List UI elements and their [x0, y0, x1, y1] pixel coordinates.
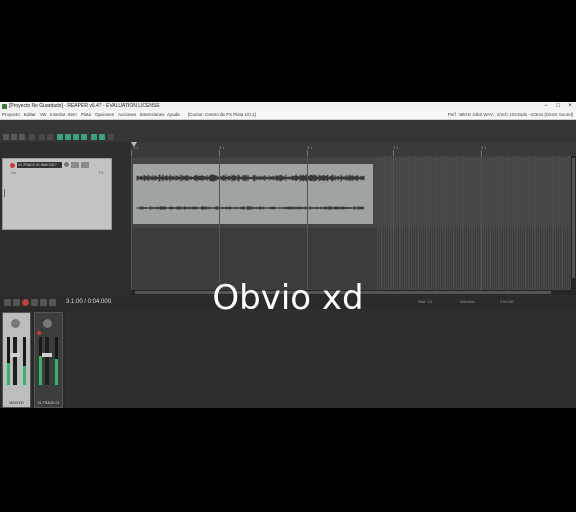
fx-label[interactable]: FX — [99, 171, 103, 175]
vertical-scroll-thumb[interactable] — [572, 158, 575, 278]
menu-acciones[interactable]: Acciones — [118, 111, 136, 119]
playhead-marker-icon[interactable] — [131, 142, 137, 147]
video-caption: Obvio xd — [212, 278, 364, 318]
menu-pista[interactable]: Pista — [81, 111, 91, 119]
new-project-icon[interactable] — [3, 134, 9, 140]
menu-proyecto[interactable]: Proyecto — [2, 111, 20, 119]
vertical-scrollbar[interactable] — [571, 156, 576, 290]
reaper-window: [Proyecto No Guardado] - REAPER v6.47 - … — [0, 102, 576, 408]
meter-level — [55, 359, 58, 385]
open-project-icon[interactable] — [11, 134, 17, 140]
meter-level — [23, 365, 26, 385]
arrange-view[interactable] — [131, 156, 572, 290]
meter-level — [7, 363, 10, 385]
master-pan-knob[interactable] — [11, 319, 20, 328]
solo-button[interactable] — [81, 162, 89, 168]
reaper-app-icon — [2, 104, 7, 109]
bar-line — [481, 156, 482, 290]
snap-toggle-icon[interactable] — [65, 134, 71, 140]
ripple-edit-icon[interactable] — [73, 134, 79, 140]
bar-line — [219, 156, 220, 290]
mixer-panel: MASTER 01-TRACK 01 — [0, 310, 66, 408]
redo-icon[interactable] — [47, 134, 53, 140]
master-meter-right — [23, 337, 26, 385]
strip-record-arm-icon[interactable] — [37, 331, 41, 335]
grid-toggle-icon[interactable] — [57, 134, 63, 140]
track-fader-cap[interactable] — [42, 353, 52, 357]
item-grouping-icon[interactable] — [81, 134, 87, 140]
track-control-panel[interactable]: 01-TRACK 01.WAV.2017 Vol FX — [2, 158, 112, 230]
menu-ayuda[interactable]: Ayuda — [167, 111, 180, 119]
menu-bar: Proyecto Editar Ver Insertar Item Pista … — [0, 111, 576, 120]
master-label: MASTER — [9, 401, 24, 405]
menu-item[interactable]: Item — [68, 111, 77, 119]
mute-button[interactable] — [71, 162, 79, 168]
track-meter-right — [55, 337, 58, 385]
cursor-marker-label: [Cursor: Centro de FX Pista 1/0.1] — [188, 112, 256, 117]
undo-icon[interactable] — [39, 134, 45, 140]
track-meter-left — [39, 337, 42, 385]
save-project-icon[interactable] — [19, 134, 25, 140]
metronome-icon[interactable] — [108, 134, 114, 140]
menu-insertar[interactable]: Insertar — [50, 111, 65, 119]
track-name[interactable]: 01-TRACK 01.WAV.2017 — [17, 162, 62, 168]
window-title: [Proyecto No Guardado] - REAPER v6.47 - … — [9, 103, 160, 109]
bar-line — [393, 156, 394, 290]
menu-extensiones[interactable]: Extensiones — [140, 111, 165, 119]
menu-editar[interactable]: Editar — [24, 111, 36, 119]
master-fader[interactable] — [13, 337, 17, 385]
maximize-button[interactable]: □ — [553, 102, 563, 111]
volume-knob[interactable] — [64, 162, 69, 167]
minimize-button[interactable]: − — [541, 102, 551, 111]
master-fader-cap[interactable] — [10, 353, 20, 357]
lock-icon[interactable] — [91, 134, 97, 140]
master-strip[interactable]: MASTER — [2, 312, 31, 408]
audio-item[interactable] — [133, 164, 373, 224]
close-button[interactable]: × — [565, 102, 575, 111]
envelope-icon[interactable] — [99, 134, 105, 140]
bar-line — [131, 156, 132, 290]
track-strip[interactable]: 01-TRACK 01 — [34, 312, 63, 408]
vol-label: Vol — [11, 171, 16, 175]
title-bar: [Proyecto No Guardado] - REAPER v6.47 - … — [0, 102, 576, 111]
menu-opciones[interactable]: Opciones — [95, 111, 114, 119]
meter-level — [39, 356, 42, 385]
waveform — [136, 174, 365, 210]
track-pan-knob[interactable] — [43, 319, 52, 328]
track-fader[interactable] — [45, 337, 49, 385]
bar-line — [307, 156, 308, 290]
track-strip-label: 01-TRACK 01 — [37, 401, 60, 405]
record-arm-icon[interactable] — [10, 163, 15, 168]
main-toolbar — [0, 120, 576, 142]
menu-ver[interactable]: Ver — [40, 111, 47, 119]
audio-status[interactable]: Perf. 48kHz 24bit WAV : 2/2ch 1024spls ~… — [448, 111, 573, 119]
master-meter-left — [7, 337, 10, 385]
settings-icon[interactable] — [29, 134, 35, 140]
timeline-ruler[interactable]: 1.1 3.1 5.1 7.1 9.1 — [131, 142, 576, 156]
track-selector[interactable] — [4, 189, 5, 197]
